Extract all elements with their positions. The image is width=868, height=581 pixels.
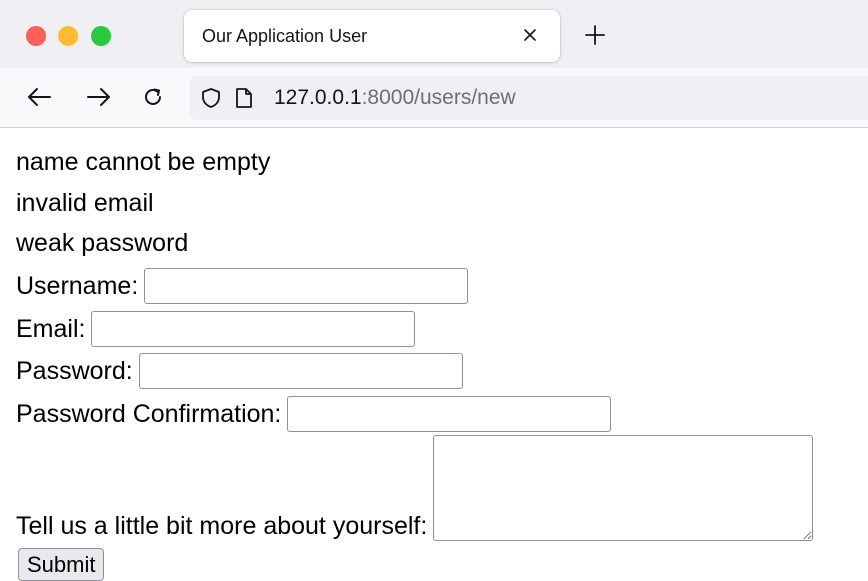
error-message: invalid email [16, 189, 154, 217]
password-input[interactable] [138, 353, 463, 389]
close-window-icon[interactable] [26, 26, 46, 46]
username-label: Username: [16, 272, 139, 300]
url-text[interactable]: 127.0.0.1:8000/users/new [274, 86, 516, 110]
url-host: 127.0.0.1 [274, 86, 362, 109]
submit-button[interactable]: Submit [18, 548, 105, 581]
zoom-window-icon[interactable] [91, 26, 111, 46]
error-message: weak password [16, 229, 189, 257]
page-content: name cannot be empty invalid email weak … [0, 129, 868, 581]
plus-icon[interactable] [580, 20, 610, 50]
password-label: Password: [16, 357, 133, 385]
tab-title: Our Application User [202, 26, 368, 46]
reload-icon[interactable] [138, 82, 168, 112]
about-textarea[interactable] [433, 435, 814, 541]
password-confirmation-row: Password Confirmation: [16, 396, 612, 432]
url-bar[interactable]: 127.0.0.1:8000/users/new [190, 76, 868, 120]
back-arrow-icon[interactable] [24, 82, 54, 112]
minimize-window-icon[interactable] [58, 26, 78, 46]
email-row: Email: [16, 311, 416, 347]
browser-tab[interactable]: Our Application User [184, 10, 560, 62]
close-icon[interactable] [516, 21, 544, 49]
shield-icon[interactable] [200, 87, 222, 109]
forward-arrow-icon[interactable] [84, 82, 114, 112]
username-input[interactable] [144, 268, 469, 304]
browser-toolbar: 127.0.0.1:8000/users/new [0, 68, 868, 128]
password-row: Password: [16, 353, 463, 389]
url-path: :8000/users/new [361, 86, 516, 109]
email-input[interactable] [91, 311, 416, 347]
email-label: Email: [16, 315, 86, 343]
about-label: Tell us a little bit more about yourself… [16, 512, 428, 540]
error-message: name cannot be empty [16, 148, 271, 176]
page-icon [234, 87, 254, 109]
about-row: Tell us a little bit more about yourself… [16, 435, 814, 541]
browser-tab-strip: Our Application User [0, 0, 868, 68]
password-confirmation-label: Password Confirmation: [16, 400, 282, 428]
password-confirmation-input[interactable] [287, 396, 612, 432]
username-row: Username: [16, 268, 469, 304]
